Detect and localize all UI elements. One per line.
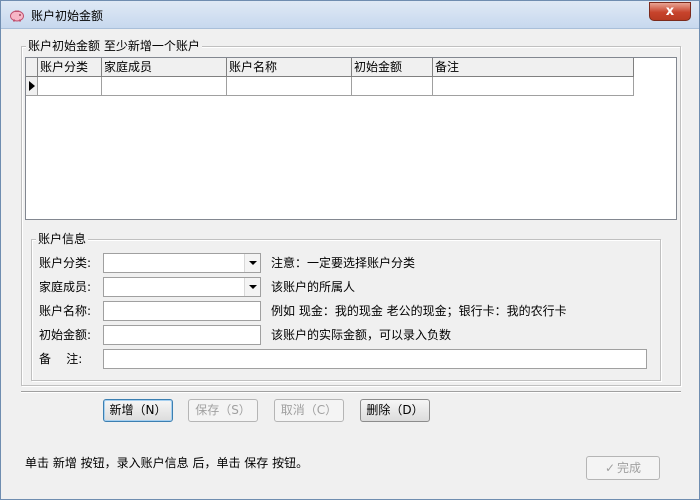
chevron-down-icon[interactable] <box>244 278 260 296</box>
piggy-bank-icon <box>10 10 24 22</box>
row-header-corner <box>26 58 38 77</box>
account-initial-balance-window: 账户初始金额 x 账户初始金额 至少新增一个账户 账户分类 家庭成员 账户名称 … <box>0 0 700 500</box>
initial-amount-input[interactable] <box>103 325 261 345</box>
column-header-member[interactable]: 家庭成员 <box>102 58 227 77</box>
account-name-label: 账户名称: <box>39 304 92 318</box>
add-button[interactable]: 新增（N） <box>103 399 173 422</box>
finish-button[interactable]: ✓ 完成 <box>586 456 660 480</box>
member-select[interactable] <box>103 277 261 297</box>
close-button[interactable]: x <box>649 2 691 21</box>
close-icon: x <box>665 4 675 19</box>
table-row[interactable] <box>26 77 634 96</box>
title-bar[interactable]: 账户初始金额 x <box>1 1 699 29</box>
table-cell[interactable] <box>227 77 352 96</box>
finish-label: 完成 <box>617 461 642 475</box>
category-hint: 注意：一定要选择账户分类 <box>271 256 416 270</box>
table-cell[interactable] <box>38 77 102 96</box>
initial-amount-label: 初始金额: <box>39 328 92 342</box>
save-button[interactable]: 保存（S） <box>188 399 258 422</box>
member-label: 家庭成员: <box>39 280 92 294</box>
member-hint: 该账户的所属人 <box>271 280 356 294</box>
category-label: 账户分类: <box>39 256 92 270</box>
account-name-hint: 例如 现金：我的现金 老公的现金；银行卡：我的农行卡 <box>271 304 567 318</box>
category-select[interactable] <box>103 253 261 273</box>
check-icon: ✓ <box>604 461 616 475</box>
accounts-grid[interactable]: 账户分类 家庭成员 账户名称 初始金额 备注 <box>25 57 677 220</box>
row-pointer-icon <box>29 81 35 91</box>
initial-amount-hint: 该账户的实际金额，可以录入负数 <box>271 328 452 342</box>
column-header-account-name[interactable]: 账户名称 <box>227 58 352 77</box>
note-input[interactable] <box>103 349 647 369</box>
divider <box>21 391 681 393</box>
column-header-initial-amount[interactable]: 初始金额 <box>352 58 433 77</box>
column-header-category[interactable]: 账户分类 <box>38 58 102 77</box>
chevron-down-icon[interactable] <box>244 254 260 272</box>
grid-header: 账户分类 家庭成员 账户名称 初始金额 备注 <box>26 58 634 77</box>
current-row-indicator <box>26 77 38 96</box>
window-title: 账户初始金额 <box>31 9 104 23</box>
table-cell[interactable] <box>433 77 634 96</box>
accounts-group-legend: 账户初始金额 至少新增一个账户 <box>26 39 202 53</box>
account-info-legend: 账户信息 <box>36 232 89 246</box>
note-label: 备 注: <box>39 352 83 366</box>
status-text: 单击 新增 按钮，录入账户信息 后，单击 保存 按钮。 <box>25 456 309 470</box>
table-cell[interactable] <box>102 77 227 96</box>
account-name-input[interactable] <box>103 301 261 321</box>
table-cell[interactable] <box>352 77 433 96</box>
column-header-note[interactable]: 备注 <box>433 58 634 77</box>
delete-button[interactable]: 删除（D） <box>360 399 430 422</box>
cancel-button[interactable]: 取消（C） <box>274 399 344 422</box>
